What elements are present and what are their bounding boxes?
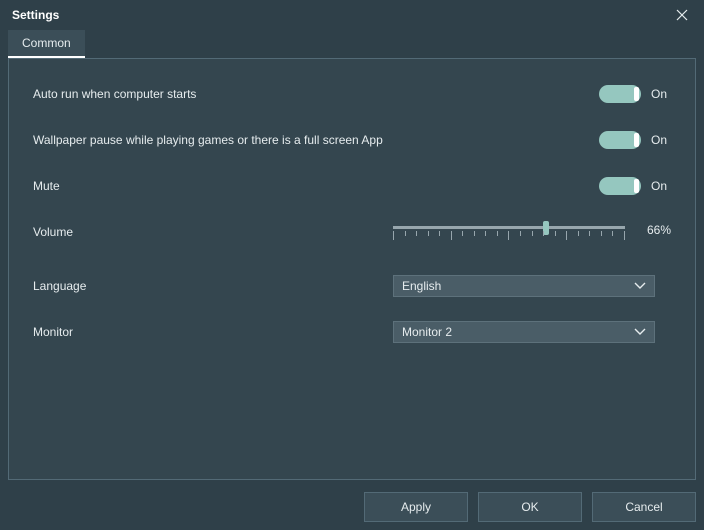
pause-label: Wallpaper pause while playing games or t… — [33, 133, 393, 147]
pause-toggle[interactable] — [599, 131, 641, 149]
chevron-down-icon — [634, 282, 646, 290]
toggle-knob — [634, 133, 639, 147]
chevron-down-icon — [634, 328, 646, 336]
settings-panel: Auto run when computer starts On Wallpap… — [8, 58, 696, 480]
tab-common[interactable]: Common — [8, 30, 85, 58]
slider-track — [393, 226, 625, 229]
language-value: English — [402, 279, 441, 293]
volume-readout: 66% — [637, 223, 671, 237]
monitor-select[interactable]: Monitor 2 — [393, 321, 655, 343]
autorun-label: Auto run when computer starts — [33, 87, 393, 101]
slider-ticks — [393, 231, 625, 241]
autorun-toggle[interactable] — [599, 85, 641, 103]
close-button[interactable] — [668, 1, 696, 29]
pause-state: On — [651, 133, 671, 147]
volume-slider[interactable] — [393, 223, 625, 247]
footer-buttons: Apply OK Cancel — [364, 492, 696, 522]
volume-label: Volume — [33, 223, 393, 239]
titlebar: Settings — [0, 0, 704, 30]
toggle-knob — [634, 179, 639, 193]
row-autorun: Auto run when computer starts On — [33, 85, 671, 103]
apply-button[interactable]: Apply — [364, 492, 468, 522]
cancel-button[interactable]: Cancel — [592, 492, 696, 522]
window-title: Settings — [12, 8, 59, 22]
toggle-knob — [634, 87, 639, 101]
monitor-label: Monitor — [33, 325, 393, 339]
close-icon — [676, 9, 688, 21]
monitor-value: Monitor 2 — [402, 325, 452, 339]
row-volume: Volume 66% — [33, 223, 671, 247]
ok-button[interactable]: OK — [478, 492, 582, 522]
tab-strip: Common — [0, 30, 704, 58]
mute-state: On — [651, 179, 671, 193]
mute-label: Mute — [33, 179, 393, 193]
language-select[interactable]: English — [393, 275, 655, 297]
language-label: Language — [33, 279, 393, 293]
row-pause: Wallpaper pause while playing games or t… — [33, 131, 671, 149]
row-monitor: Monitor Monitor 2 — [33, 321, 671, 343]
row-mute: Mute On — [33, 177, 671, 195]
autorun-state: On — [651, 87, 671, 101]
row-language: Language English — [33, 275, 671, 297]
mute-toggle[interactable] — [599, 177, 641, 195]
